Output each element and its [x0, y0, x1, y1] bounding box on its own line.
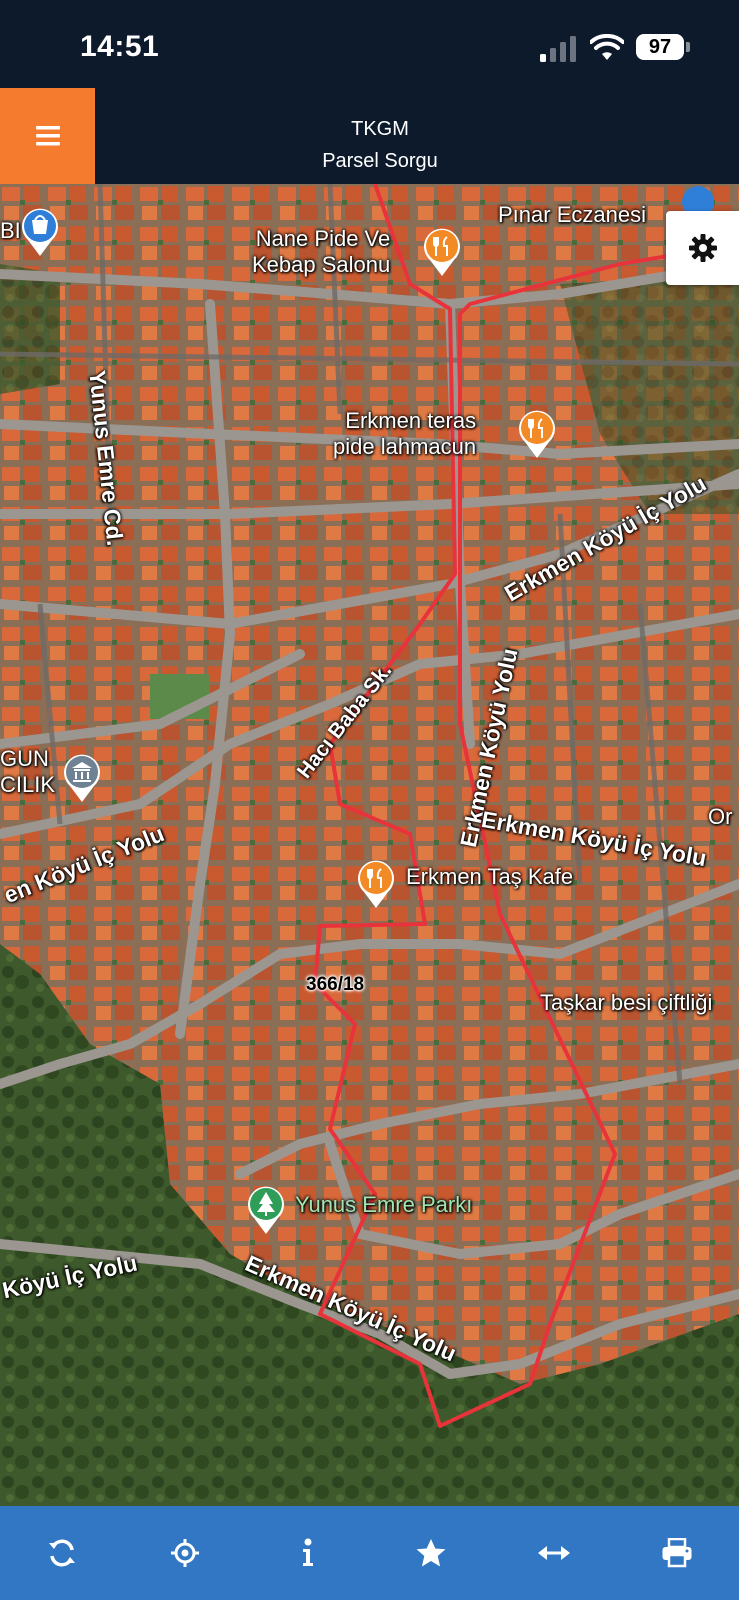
institution-icon[interactable]: [60, 752, 104, 804]
signal-icon: [540, 36, 576, 62]
refresh-icon: [48, 1539, 75, 1567]
print-button[interactable]: [647, 1523, 707, 1583]
refresh-button[interactable]: [32, 1523, 92, 1583]
menu-button[interactable]: [0, 88, 95, 184]
print-icon: [662, 1538, 692, 1568]
measure-button[interactable]: [524, 1523, 584, 1583]
info-button[interactable]: [278, 1523, 338, 1583]
app-title: TKGM: [351, 118, 409, 140]
poi-label-yunus-emre-parki[interactable]: Yunus Emre Parkı: [295, 1192, 472, 1218]
shopping-icon[interactable]: [18, 206, 62, 258]
locate-icon: [170, 1539, 199, 1567]
battery-cap: [686, 42, 690, 52]
wifi-icon: [590, 34, 624, 60]
park-icon[interactable]: [244, 1184, 288, 1236]
status-time: 14:51: [80, 30, 160, 63]
restaurant-icon[interactable]: [354, 858, 398, 910]
restaurant-icon[interactable]: [420, 226, 464, 278]
poi-label-erkmen-teras[interactable]: Erkmen teras pide lahmacun: [333, 408, 476, 460]
poi-label-taskar[interactable]: Taşkar besi çiftliği: [540, 990, 712, 1016]
favorite-button[interactable]: [401, 1523, 461, 1583]
measure-icon: [538, 1546, 571, 1560]
parcel-number-label[interactable]: 366/18: [306, 974, 364, 996]
poi-label-erkmen-tas-kafe[interactable]: Erkmen Taş Kafe: [406, 864, 573, 890]
poi-label-nane-pide[interactable]: Nane Pide Ve Kebap Salonu: [252, 226, 390, 278]
app-subtitle: Parsel Sorgu: [322, 150, 438, 172]
poi-label-gun-cilik[interactable]: GUN CILIK: [0, 746, 55, 798]
gear-icon: [688, 234, 717, 262]
bottom-toolbar: [0, 1506, 739, 1600]
poi-label-or[interactable]: Or: [708, 804, 732, 830]
restaurant-icon[interactable]: [515, 408, 559, 460]
app-header: TKGM Parsel Sorgu: [0, 88, 739, 184]
hamburger-menu-icon: [35, 126, 60, 146]
battery-icon: 97: [636, 34, 684, 60]
settings-button[interactable]: [666, 211, 739, 285]
satellite-map[interactable]: Nane Pide Ve Kebap Salonu Pınar Eczanesi…: [0, 184, 739, 1506]
star-icon: [416, 1539, 446, 1567]
locate-button[interactable]: [155, 1523, 215, 1583]
info-icon: [302, 1538, 313, 1566]
poi-label-pinar-eczanesi[interactable]: Pınar Eczanesi: [498, 202, 646, 228]
status-bar: 14:51 97: [0, 0, 739, 88]
